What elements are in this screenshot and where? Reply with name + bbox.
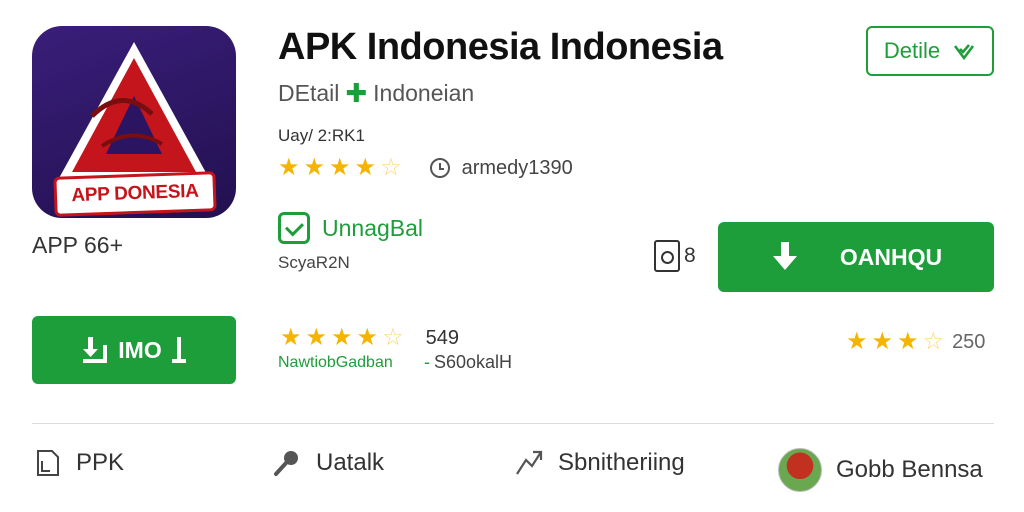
star-icon: ★ — [280, 324, 302, 351]
shield-check-icon — [278, 212, 310, 244]
star-icon: ★ — [329, 154, 351, 181]
copy-count: 8 — [684, 244, 696, 267]
verified-label: UnnagBal — [322, 214, 424, 241]
developer-link[interactable]: NawtiobGadban — [278, 354, 393, 372]
tertiary-rating: ★ ★ ★ ☆ 250 — [846, 330, 985, 354]
star-icon: ★ — [356, 324, 379, 351]
age-rating: APP 66+ — [32, 232, 124, 258]
heart-check-icon — [954, 44, 975, 61]
rating-count: 250 — [952, 330, 986, 353]
star-icon: ★ — [278, 154, 300, 181]
app-subtitle: DEtail ✚ Indoneian — [278, 78, 474, 109]
document-icon — [37, 450, 59, 476]
subtitle-left: DEtail — [278, 80, 340, 106]
star-icon: ★ — [303, 154, 326, 181]
star-outline-icon: ☆ — [922, 328, 945, 355]
store-label: ScyaR2N — [278, 253, 350, 272]
footer-item-profile[interactable]: Gobb Bennsa — [778, 448, 983, 492]
rating-note: - S60okalH — [424, 352, 512, 373]
install-button-label: IMO — [118, 336, 162, 363]
download-button[interactable]: OANHQU — [718, 222, 994, 292]
footer-label: Gobb Bennsa — [836, 456, 983, 483]
star-rating: ★ ★ ★ ★ ☆ — [278, 156, 402, 180]
author-name[interactable]: armedy1390 — [462, 157, 573, 180]
clock-icon — [429, 158, 450, 178]
rating-count: 549 — [425, 326, 459, 349]
avatar — [778, 448, 822, 492]
star-rating: ★ ★ ★ ★ ☆ — [280, 326, 404, 350]
star-icon: ★ — [305, 324, 328, 351]
footer-item-uatalk[interactable]: Uatalk — [272, 448, 384, 478]
primary-rating: ★ ★ ★ ★ ☆ armedy1390 — [278, 156, 573, 180]
install-tail-icon — [171, 337, 186, 363]
detile-button-label: Detile — [883, 38, 941, 63]
star-icon: ★ — [897, 328, 919, 355]
rating-note-text: S60okalH — [434, 352, 513, 372]
star-icon: ★ — [331, 324, 353, 351]
footer-label: Sbnitheriing — [558, 449, 685, 476]
footer-item-share[interactable]: Sbnitheriing — [514, 448, 685, 478]
microphone-icon — [274, 451, 298, 476]
footer-item-ppk[interactable]: PPK — [32, 448, 124, 478]
install-button[interactable]: IMO — [32, 316, 236, 384]
star-icon: ★ — [846, 328, 868, 355]
star-outline-icon: ☆ — [382, 324, 404, 351]
download-button-label: OANHQU — [839, 243, 943, 270]
detile-button[interactable]: Detile — [866, 26, 994, 76]
verified-badge: UnnagBal — [278, 212, 423, 244]
subtitle-right: Indoneian — [373, 80, 475, 106]
update-date: Uay/ 2:RK1 — [278, 126, 365, 145]
secondary-rating: ★ ★ ★ ★ ☆ 549 — [280, 326, 459, 350]
dash-icon: - — [424, 352, 430, 372]
download-arrow-icon — [772, 242, 797, 270]
install-icon — [83, 337, 108, 363]
footer-label: PPK — [76, 449, 125, 476]
app-icon: APP DONESIA — [32, 26, 236, 218]
star-icon: ★ — [354, 154, 377, 181]
star-icon: ★ — [871, 328, 894, 355]
star-rating: ★ ★ ★ ☆ — [846, 330, 944, 354]
share-icon — [516, 450, 543, 475]
app-title: APK Indonesia Indonesia — [278, 26, 723, 68]
plus-icon: ✚ — [345, 78, 368, 108]
footer-label: Uatalk — [316, 449, 385, 476]
star-outline-icon: ☆ — [380, 154, 402, 181]
divider — [32, 423, 994, 424]
app-icon-wordmark: APP DONESIA — [53, 171, 217, 217]
copy-icon[interactable] — [654, 240, 680, 272]
